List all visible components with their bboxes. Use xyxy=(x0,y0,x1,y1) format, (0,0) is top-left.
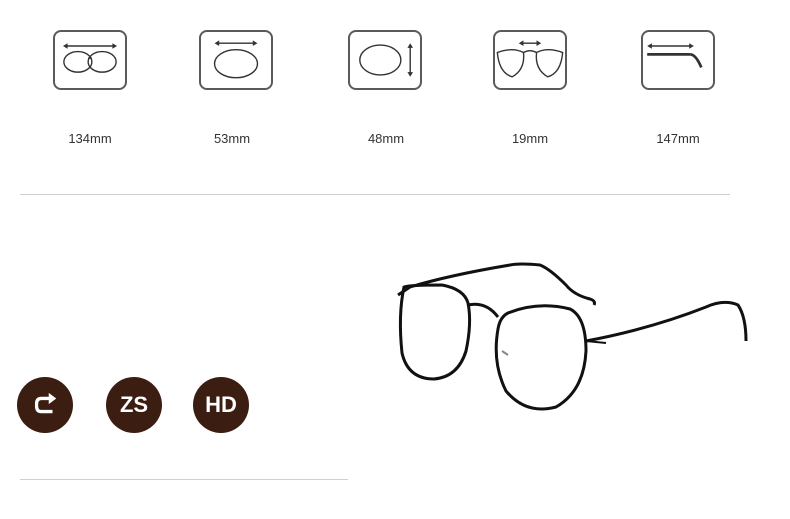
lens-height-icon xyxy=(348,30,422,90)
measure-temple-length xyxy=(638,30,718,90)
total-width-icon xyxy=(53,30,127,90)
return-arrow-icon xyxy=(34,392,57,414)
lens-height-label: 48mm xyxy=(367,131,405,146)
measure-lens-width xyxy=(196,30,276,90)
measure-lens-height xyxy=(345,30,425,90)
temple-length-icon xyxy=(641,30,715,90)
eyeglasses-image xyxy=(390,255,760,425)
measure-total-width xyxy=(50,30,130,90)
return-badge xyxy=(17,377,73,433)
divider-top xyxy=(20,194,730,195)
temple-length-label: 147mm xyxy=(656,131,700,146)
total-width-label: 134mm xyxy=(68,131,112,146)
divider-bottom xyxy=(20,479,348,480)
zs-badge: ZS xyxy=(106,377,162,433)
hd-badge: HD xyxy=(193,377,249,433)
lens-width-label: 53mm xyxy=(213,131,251,146)
bridge-width-icon xyxy=(493,30,567,90)
lens-width-icon xyxy=(199,30,273,90)
measure-bridge-width xyxy=(490,30,570,90)
bridge-width-label: 19mm xyxy=(511,131,549,146)
